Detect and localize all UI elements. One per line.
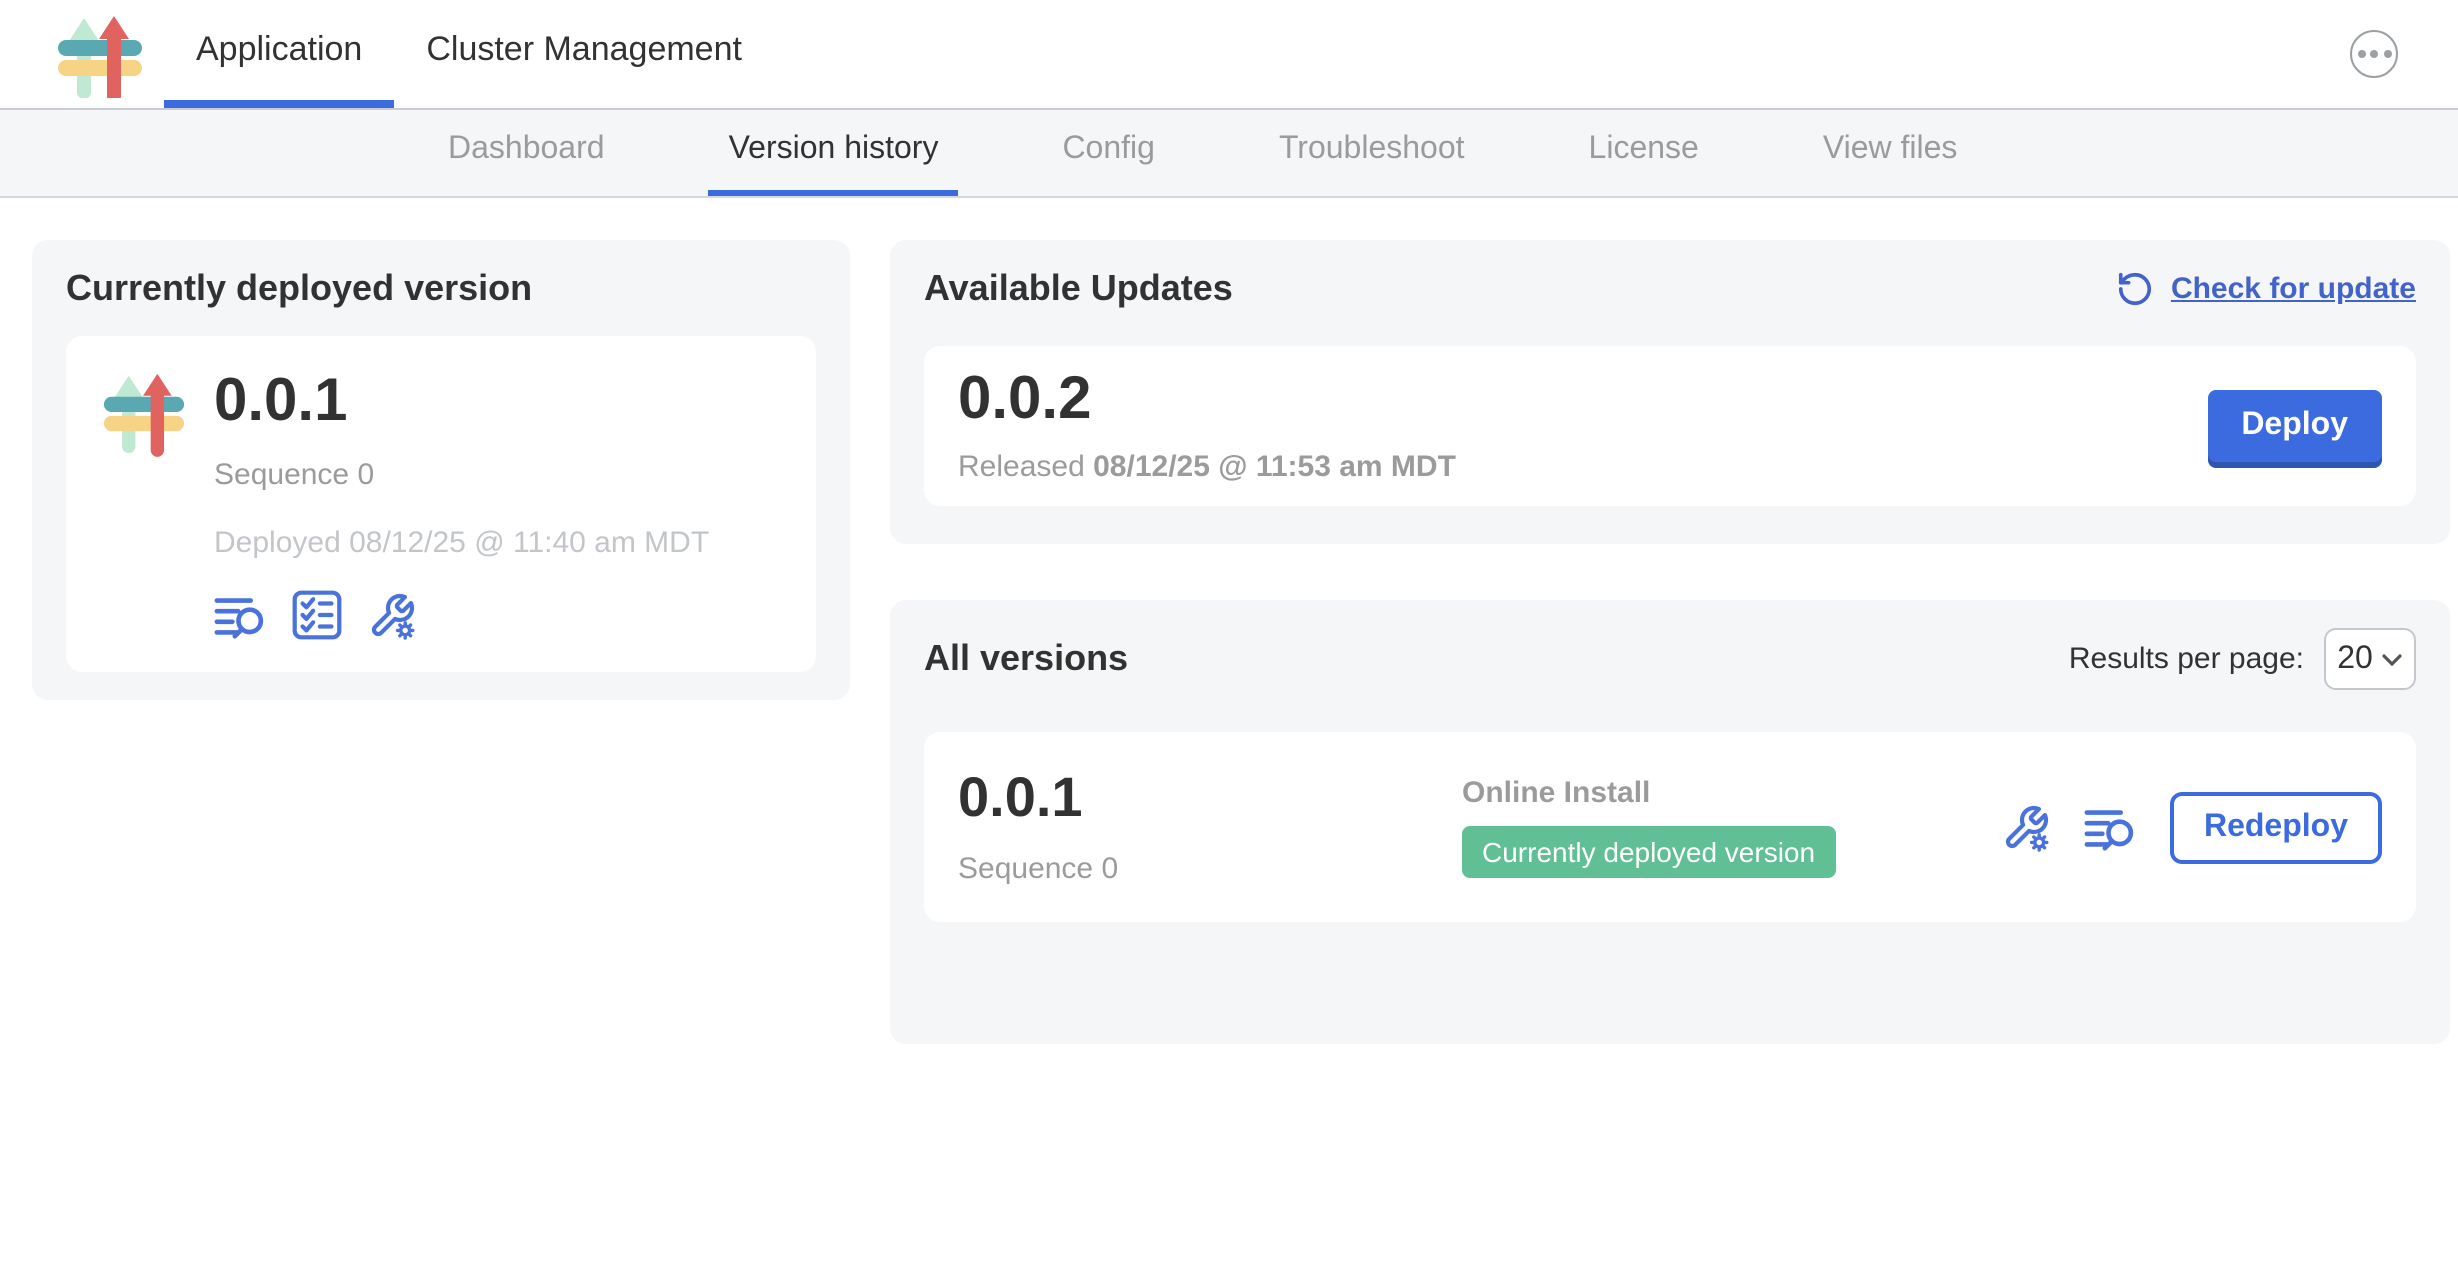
subnav-tab-license[interactable]: License: [1569, 110, 1719, 196]
released-label: Released: [958, 450, 1085, 484]
top-nav: Application Cluster Management: [0, 0, 2458, 110]
preflight-checklist-icon[interactable]: [292, 590, 342, 640]
rotate-ccw-icon: [2117, 270, 2155, 308]
app-sub-nav: Dashboard Version history Config Trouble…: [0, 110, 2458, 198]
update-details: 0.0.2 Released 08/12/25 @ 11:53 am MDT: [958, 369, 1456, 484]
deployed-actions: [214, 589, 709, 641]
version-row-actions: Redeploy: [2000, 791, 2382, 863]
check-for-update-link[interactable]: Check for update: [2117, 270, 2416, 308]
config-wrench-gear-icon[interactable]: [2000, 801, 2052, 853]
main-content: Currently deployed version 0.0.1 Sequenc…: [0, 198, 2458, 1192]
deployed-version-details: 0.0.1 Sequence 0 Deployed 08/12/25 @ 11:…: [214, 366, 709, 641]
row-version-number: 0.0.1: [958, 769, 1462, 828]
subnav-tab-config[interactable]: Config: [1042, 110, 1175, 196]
deploy-button[interactable]: Deploy: [2207, 390, 2382, 462]
diff-icon[interactable]: [2084, 803, 2138, 851]
released-date: 08/12/25 @ 11:53 am MDT: [1093, 450, 1456, 484]
currently-deployed-title: Currently deployed version: [66, 268, 816, 310]
deployed-timestamp: Deployed 08/12/25 @ 11:40 am MDT: [214, 525, 709, 559]
tab-application[interactable]: Application: [164, 0, 394, 108]
deployed-version-card: 0.0.1 Sequence 0 Deployed 08/12/25 @ 11:…: [66, 336, 816, 671]
update-version-number: 0.0.2: [958, 369, 1456, 432]
currently-deployed-panel: Currently deployed version 0.0.1 Sequenc…: [32, 240, 850, 700]
available-updates-title: Available Updates: [924, 268, 1233, 310]
chevron-down-icon: [2383, 653, 2403, 665]
all-versions-panel: All versions Results per page: 20 0.0: [890, 600, 2450, 1044]
check-for-update-label: Check for update: [2171, 272, 2416, 306]
results-per-page-value: 20: [2337, 641, 2373, 677]
app-window: Application Cluster Management Dashboard…: [0, 0, 2458, 1274]
all-versions-title: All versions: [924, 638, 1128, 680]
available-updates-panel: Available Updates Check for update 0.0.2…: [890, 240, 2450, 544]
update-released-timestamp: Released 08/12/25 @ 11:53 am MDT: [958, 450, 1456, 484]
version-row-status: Online Install Currently deployed versio…: [1462, 776, 2000, 878]
subnav-tab-dashboard[interactable]: Dashboard: [428, 110, 625, 196]
results-per-page-label: Results per page:: [2069, 642, 2304, 676]
ellipsis-menu-icon[interactable]: [2350, 30, 2398, 78]
deployed-version-number: 0.0.1: [214, 370, 709, 433]
update-card: 0.0.2 Released 08/12/25 @ 11:53 am MDT D…: [924, 346, 2416, 506]
tab-cluster-management[interactable]: Cluster Management: [394, 0, 774, 108]
subnav-tab-troubleshoot[interactable]: Troubleshoot: [1259, 110, 1485, 196]
currently-deployed-badge: Currently deployed version: [1462, 826, 1835, 878]
version-row: 0.0.1 Sequence 0 Online Install Currentl…: [924, 732, 2416, 922]
subnav-tab-view-files[interactable]: View files: [1803, 110, 1978, 196]
redeploy-button[interactable]: Redeploy: [2170, 791, 2382, 863]
diff-icon[interactable]: [214, 591, 268, 639]
app-logo-icon: [102, 366, 186, 458]
version-row-info: 0.0.1 Sequence 0: [958, 769, 1462, 886]
top-nav-tabs: Application Cluster Management: [164, 0, 774, 108]
subnav-tab-version-history[interactable]: Version history: [709, 110, 959, 196]
deployed-sequence: Sequence 0: [214, 457, 709, 491]
row-sequence: Sequence 0: [958, 851, 1462, 885]
results-per-page-select[interactable]: 20: [2324, 628, 2416, 690]
install-type-label: Online Install: [1462, 776, 2000, 810]
app-logo-icon: [56, 14, 144, 98]
right-column: Available Updates Check for update 0.0.2…: [890, 240, 2450, 1044]
config-wrench-gear-icon[interactable]: [366, 589, 418, 641]
results-per-page: Results per page: 20: [2069, 628, 2416, 690]
